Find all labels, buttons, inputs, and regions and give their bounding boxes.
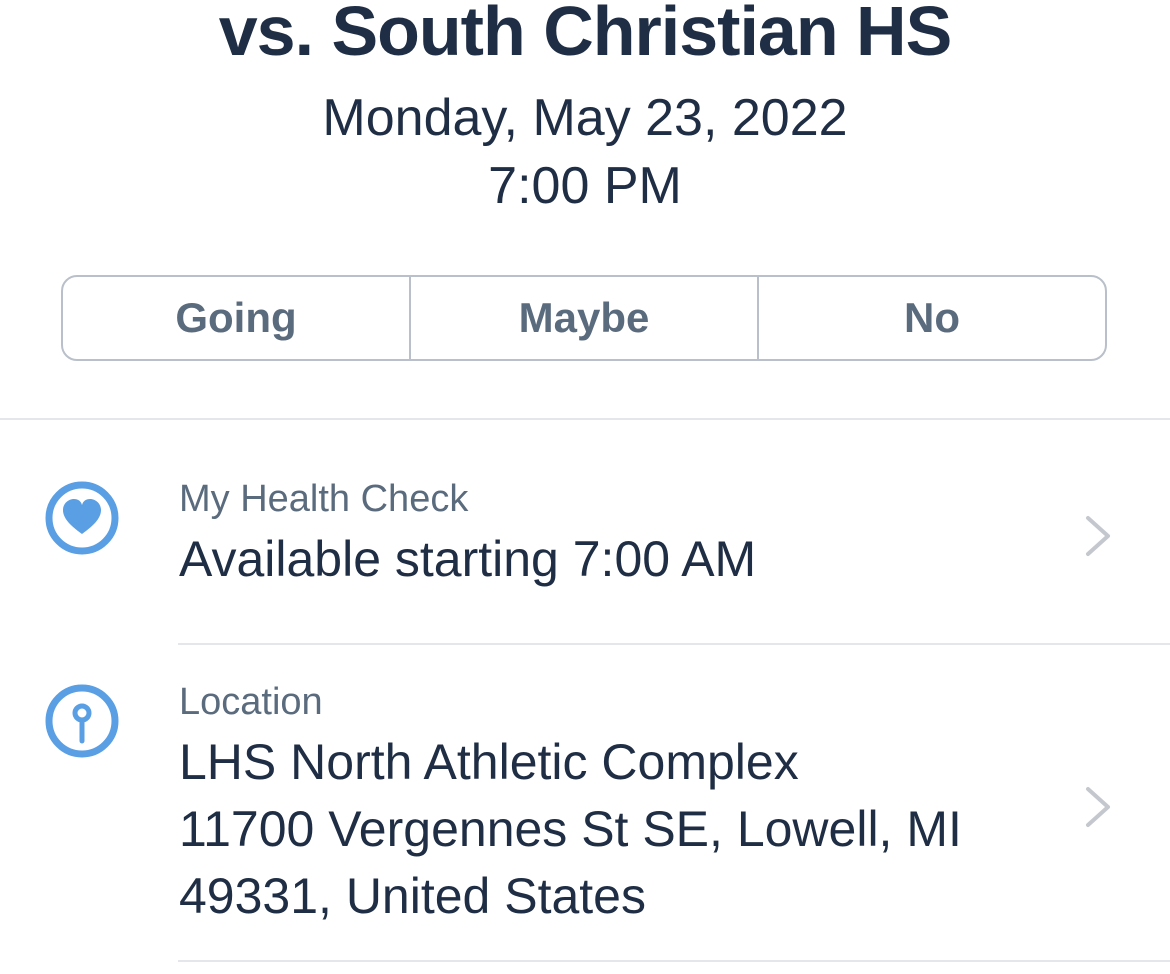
location-name: LHS North Athletic Complex xyxy=(179,734,799,790)
rsvp-maybe-button[interactable]: Maybe xyxy=(409,277,757,359)
event-title: vs. South Christian HS xyxy=(218,0,953,70)
rsvp-segmented-control: Going Maybe No xyxy=(61,275,1107,361)
location-row[interactable]: Location LHS North Athletic Complex 1170… xyxy=(0,645,1170,960)
location-address-line1: 11700 Vergennes St SE, Lowell, MI xyxy=(179,801,962,857)
health-check-row[interactable]: My Health Check Available starting 7:00 … xyxy=(0,420,1170,644)
location-label: Location xyxy=(179,681,323,723)
location-pin-icon xyxy=(44,683,120,759)
heart-icon xyxy=(44,480,120,556)
rsvp-going-button[interactable]: Going xyxy=(63,277,409,359)
rsvp-no-button[interactable]: No xyxy=(757,277,1105,359)
health-check-label: My Health Check xyxy=(179,478,469,520)
row-divider xyxy=(178,960,1170,962)
chevron-right-icon xyxy=(1082,785,1114,829)
event-time: 7:00 PM xyxy=(488,157,682,215)
location-address-line2: 49331, United States xyxy=(179,868,646,924)
health-check-value: Available starting 7:00 AM xyxy=(179,531,757,587)
chevron-right-icon xyxy=(1082,514,1114,558)
event-date: Monday, May 23, 2022 xyxy=(322,89,848,147)
